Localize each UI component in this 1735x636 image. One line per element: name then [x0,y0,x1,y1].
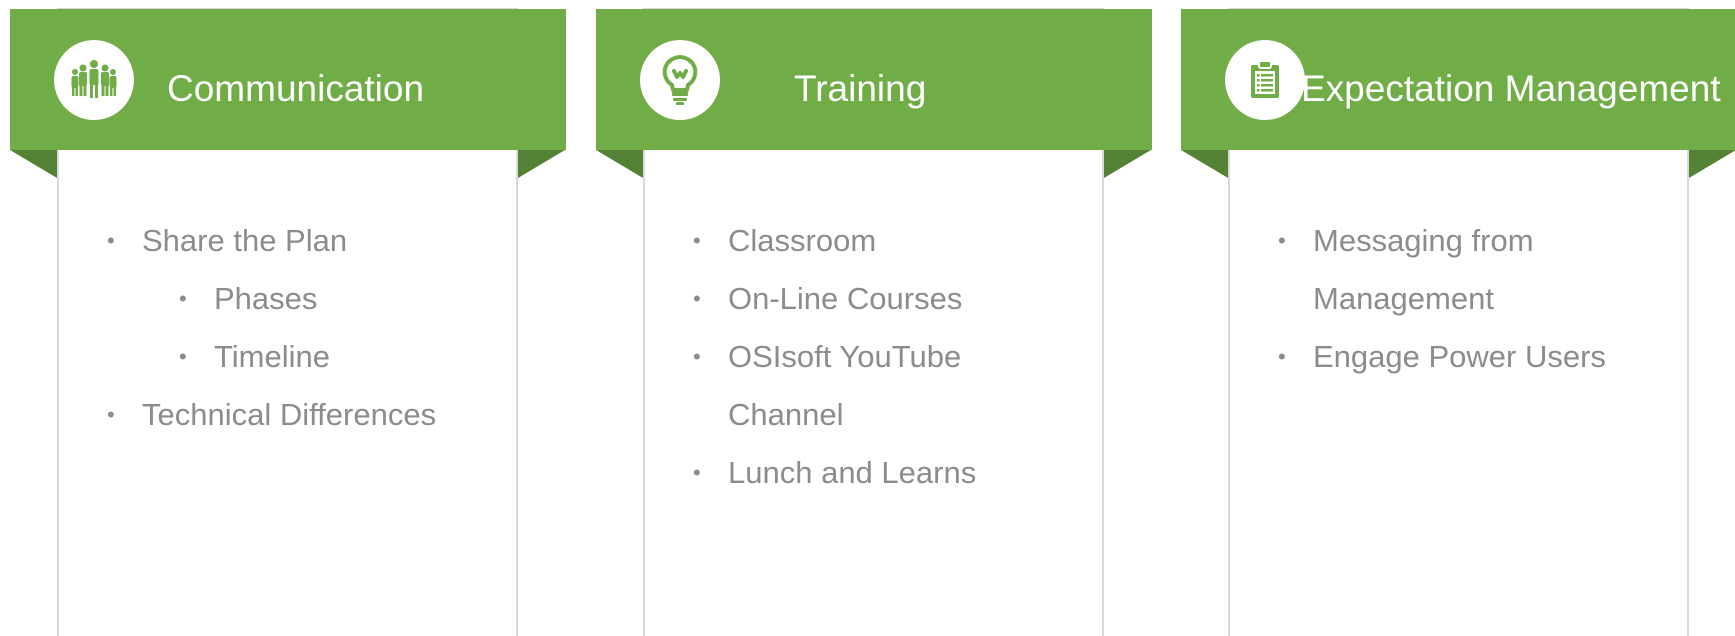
bullet-list: Messaging from Management Engage Power U… [1278,212,1613,386]
panel-expectation-management: Expectation Management Messaging from Ma… [1181,0,1735,636]
ribbon-fold-left [1181,150,1228,178]
panel-title: Expectation Management [1301,68,1721,109]
panel-title: Training [794,68,927,109]
list-item: Classroom [693,212,1028,270]
ribbon-fold-right [1689,150,1735,178]
bullet-list: Share the Plan Phases Timeline Technical… [107,212,436,444]
list-item: Lunch and Learns [693,444,1028,502]
list-item: Timeline [179,328,436,386]
panel-title: Communication [167,68,425,109]
panel-communication: Communication Share the Plan Phases Time… [10,0,566,636]
lightbulb-icon [640,40,720,120]
list-item: Engage Power Users [1278,328,1613,386]
list-item: Messaging from Management [1278,212,1613,328]
clipboard-icon [1225,40,1305,120]
ribbon-fold-left [10,150,57,178]
ribbon-header: Communication [10,9,566,150]
ribbon-fold-right [518,150,565,178]
team-icon [54,40,134,120]
list-item: Technical Differences [107,386,436,444]
bullet-list: Classroom On-Line Courses OSIsoft YouTub… [693,212,1028,502]
panel-training: Training Classroom On-Line Courses OSIso… [596,0,1152,636]
ribbon-fold-left [596,150,643,178]
ribbon-header: Expectation Management [1181,9,1735,150]
list-item: Phases [179,270,436,328]
list-item: Share the Plan [107,212,436,270]
ribbon-fold-right [1104,150,1151,178]
list-item: OSIsoft YouTube Channel [693,328,1028,444]
ribbon-header: Training [596,9,1152,150]
list-item: On-Line Courses [693,270,1028,328]
